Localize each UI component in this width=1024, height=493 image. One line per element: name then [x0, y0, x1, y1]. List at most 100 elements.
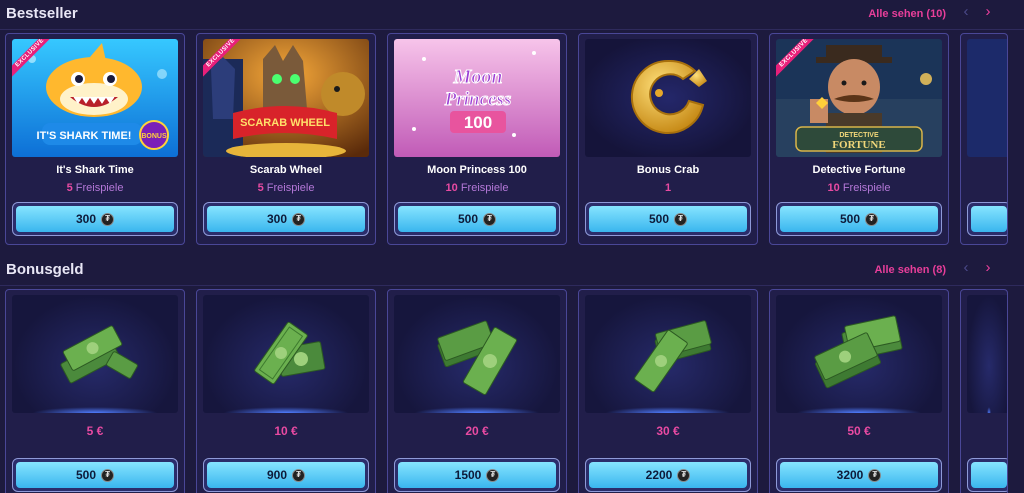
spin-unit: Freispiele [266, 182, 315, 194]
coin-icon: ₮ [101, 468, 115, 482]
game-thumbnail [967, 39, 1007, 157]
buy-button[interactable]: 500 ₮ [16, 462, 174, 488]
buy-button-frame: 500 ₮ [12, 458, 178, 492]
card-title: It's Shark Time [56, 164, 134, 176]
buy-button-frame: 900 ₮ [203, 458, 369, 492]
shark-title-text: IT'S SHARK TIME! [37, 130, 132, 142]
moon-title-2: Princess [444, 89, 512, 110]
bonus-card[interactable]: 5 € 500 ₮ [5, 289, 185, 493]
buy-button[interactable]: 3200 ₮ [780, 462, 938, 488]
bestseller-header: Bestseller Alle sehen (10) ‹ › [0, 0, 1024, 30]
product-card[interactable]: DETECTIVE FORTUNE EXCLUSIVE Detective Fo… [769, 33, 949, 245]
product-card-partial[interactable] [960, 33, 1008, 245]
buy-button[interactable]: 500 ₮ [589, 206, 747, 232]
buy-button-frame: 500 ₮ [776, 202, 942, 236]
game-thumbnail: SCARAB WHEEL EXCLUSIVE [203, 39, 369, 157]
cash-thumbnail [394, 295, 560, 413]
buy-button[interactable]: 300 ₮ [16, 206, 174, 232]
bonus-card[interactable]: 20 € 1500 ₮ [387, 289, 567, 493]
buy-button[interactable]: 500 ₮ [398, 206, 556, 232]
scarab-title-text: SCARAB WHEEL [240, 117, 330, 129]
bonusgeld-header: Bonusgeld Alle sehen (8) ‹ › [0, 256, 1024, 286]
game-thumbnail [585, 39, 751, 157]
card-subtitle: 10 Freispiele [770, 182, 948, 194]
coin-icon: ₮ [865, 212, 879, 226]
cash-thumbnail [12, 295, 178, 413]
card-title: Moon Princess 100 [427, 164, 527, 176]
game-thumbnail: DETECTIVE FORTUNE EXCLUSIVE [776, 39, 942, 157]
spin-count: 1 [664, 182, 672, 194]
card-subtitle: 20 € [388, 424, 566, 438]
bonus-amount: 30 € [656, 424, 680, 438]
spin-count: 5 [66, 182, 73, 194]
buy-button[interactable]: 900 ₮ [207, 462, 365, 488]
card-subtitle: 50 € [770, 424, 948, 438]
buy-button-frame: 500 ₮ [585, 202, 751, 236]
cash-bundle-icon [814, 315, 903, 389]
bonusgeld-carousel: 5 € 500 ₮ 10 € 900 ₮ 20 € 1500 ₮ 30 € 22… [0, 289, 1024, 493]
chevron-left-icon[interactable]: ‹ [958, 4, 974, 20]
buy-button-frame: 300 ₮ [203, 202, 369, 236]
chevron-right-icon[interactable]: › [980, 4, 996, 20]
buy-button-frame: 500 ₮ [394, 202, 560, 236]
price-label: 500 [839, 212, 861, 226]
spin-count: 5 [257, 182, 264, 194]
bonus-card[interactable]: 50 € 3200 ₮ [769, 289, 949, 493]
coin-icon: ₮ [486, 468, 500, 482]
price-label: 900 [266, 468, 288, 482]
cash-bundle-icon [634, 320, 712, 393]
price-label: 2200 [645, 468, 673, 482]
coin-icon: ₮ [868, 468, 882, 482]
detective-title-2: FORTUNE [832, 139, 885, 151]
product-card[interactable]: Bonus Crab 1 500 ₮ [578, 33, 758, 245]
price-label: 3200 [836, 468, 864, 482]
bonus-card-partial[interactable] [960, 289, 1008, 493]
see-all-link[interactable]: Alle sehen (10) [868, 8, 946, 20]
buy-button-frame: 1500 ₮ [394, 458, 560, 492]
buy-button-frame [967, 458, 1007, 492]
product-card[interactable]: Moon Princess 100 Moon Princess 100 10 F… [387, 33, 567, 245]
game-thumbnail: Moon Princess 100 [394, 39, 560, 157]
buy-button[interactable]: 2200 ₮ [589, 462, 747, 488]
cash-bundle-icon [254, 321, 326, 385]
card-subtitle: 10 € [197, 424, 375, 438]
bonus-amount: 20 € [465, 424, 489, 438]
spin-unit: Freispiele [842, 182, 891, 194]
bonus-amount: 5 € [86, 424, 104, 438]
price-label: 500 [457, 212, 479, 226]
price-label: 500 [648, 212, 670, 226]
bestseller-carousel: IT'S SHARK TIME! BONUS EXCLUSIVE It's Sh… [0, 33, 1024, 249]
bonus-card[interactable]: 30 € 2200 ₮ [578, 289, 758, 493]
buy-button-frame: 300 ₮ [12, 202, 178, 236]
buy-button[interactable]: 500 ₮ [780, 206, 938, 232]
card-subtitle: 5 Freispiele [197, 182, 375, 194]
buy-button[interactable] [971, 206, 1007, 232]
card-title: Detective Fortune [812, 164, 906, 176]
buy-button[interactable] [971, 462, 1007, 488]
cash-thumbnail [776, 295, 942, 413]
moon-title-3: 100 [464, 113, 492, 132]
card-subtitle: 5 Freispiele [6, 182, 184, 194]
detective-title-1: DETECTIVE [839, 132, 879, 139]
price-label: 300 [75, 212, 97, 226]
buy-button[interactable]: 300 ₮ [207, 206, 365, 232]
game-thumbnail: IT'S SHARK TIME! BONUS EXCLUSIVE [12, 39, 178, 157]
bonus-card[interactable]: 10 € 900 ₮ [196, 289, 376, 493]
price-label: 500 [75, 468, 97, 482]
buy-button[interactable]: 1500 ₮ [398, 462, 556, 488]
see-all-link[interactable]: Alle sehen (8) [874, 264, 946, 276]
coin-icon: ₮ [101, 212, 115, 226]
chevron-right-icon[interactable]: › [980, 260, 996, 276]
buy-button-frame: 3200 ₮ [776, 458, 942, 492]
coin-icon: ₮ [677, 468, 691, 482]
product-card[interactable]: IT'S SHARK TIME! BONUS EXCLUSIVE It's Sh… [5, 33, 185, 245]
cash-thumbnail [967, 295, 1007, 413]
moon-title-1: Moon [453, 66, 503, 88]
chevron-left-icon[interactable]: ‹ [958, 260, 974, 276]
card-subtitle: 1 [579, 182, 757, 194]
cash-bundle-icon [60, 325, 138, 384]
product-card[interactable]: SCARAB WHEEL EXCLUSIVE Scarab Wheel 5 Fr… [196, 33, 376, 245]
buy-button-frame [967, 202, 1007, 236]
cash-bundle-icon [437, 320, 518, 395]
coin-icon: ₮ [292, 212, 306, 226]
